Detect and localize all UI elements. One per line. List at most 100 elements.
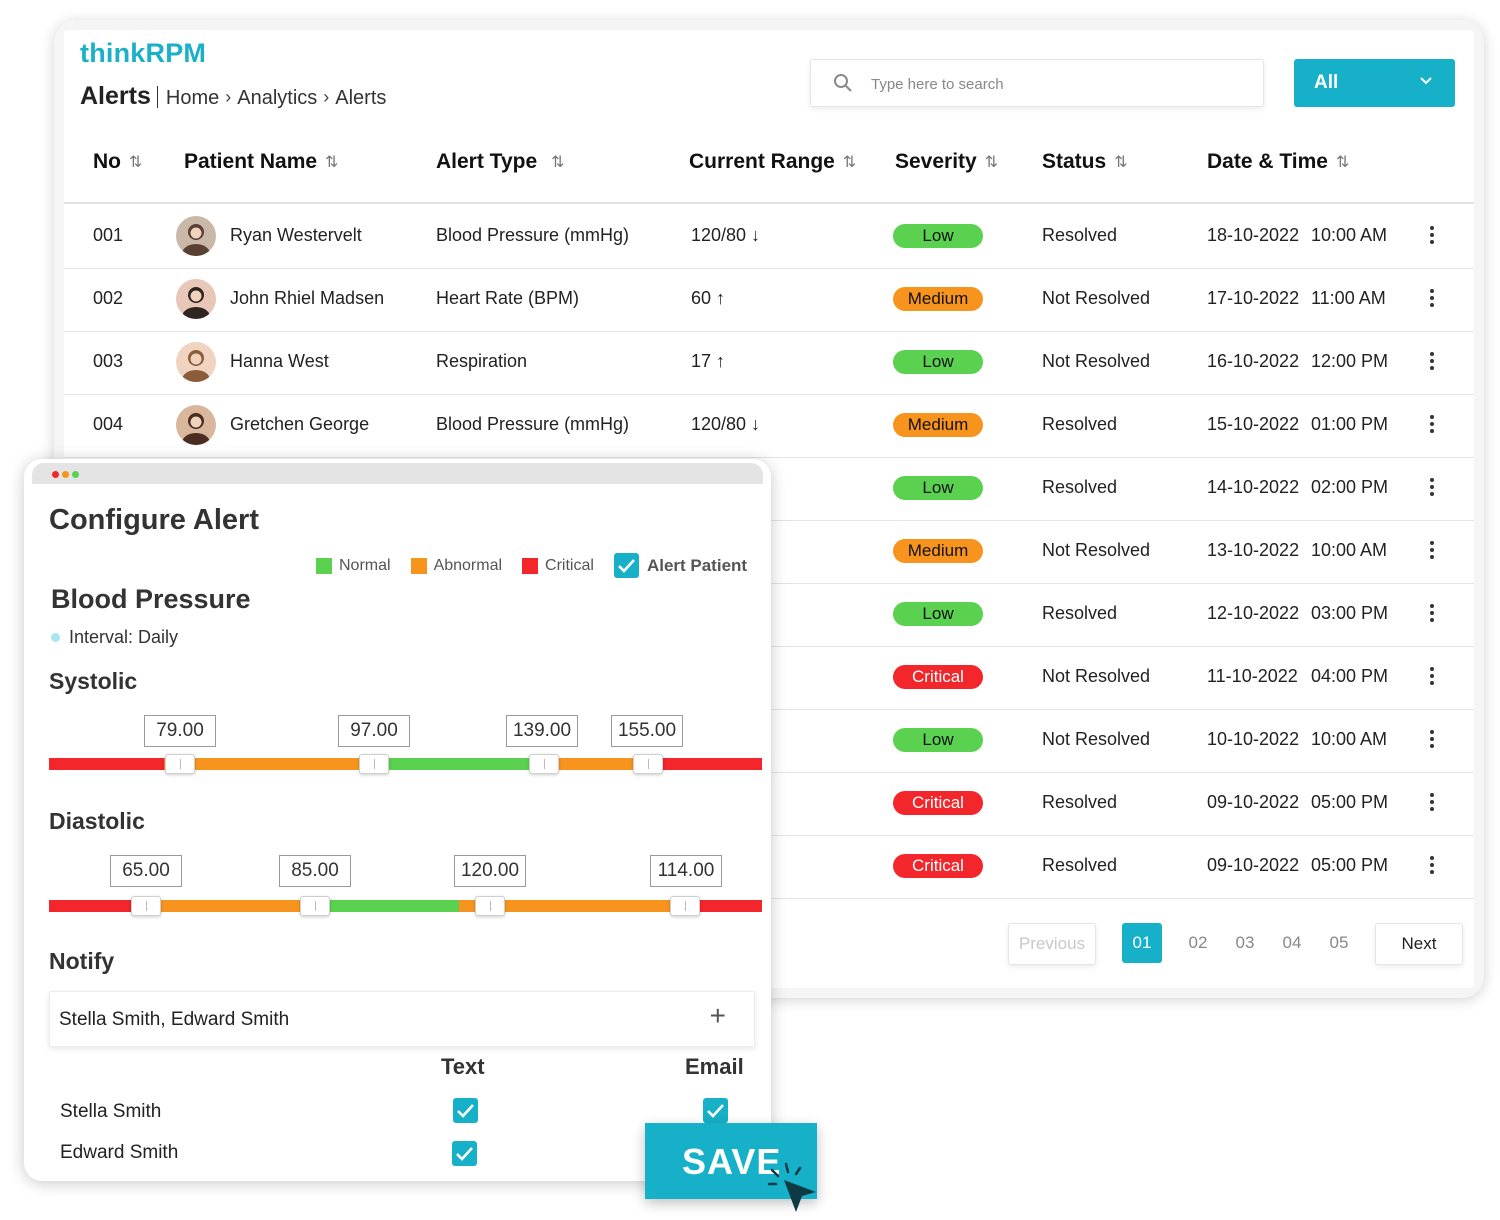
- cell-alert-type: Blood Pressure (mmHg): [436, 414, 630, 434]
- more-options-icon[interactable]: [1429, 793, 1435, 814]
- cell-status: Resolved: [1042, 414, 1118, 434]
- filter-dropdown[interactable]: All: [1294, 59, 1455, 107]
- recipient-text-checkbox[interactable]: [453, 1098, 478, 1123]
- page-1-button[interactable]: 01: [1122, 923, 1162, 963]
- slider-handle[interactable]: [131, 896, 161, 916]
- slider-handle[interactable]: [670, 896, 700, 916]
- sort-icon: ⇅: [129, 154, 143, 171]
- cell-date: 09-10-2022: [1207, 792, 1300, 812]
- slider-handle[interactable]: [633, 754, 663, 774]
- more-options-icon[interactable]: [1429, 541, 1435, 562]
- column-header-current-range[interactable]: Current Range ⇅: [689, 150, 856, 174]
- cell-date: 15-10-2022: [1207, 414, 1300, 434]
- cell-patient-name[interactable]: Gretchen George: [230, 414, 369, 435]
- more-options-icon[interactable]: [1429, 667, 1435, 688]
- table-row[interactable]: 003 Hanna West Respiration 17 ↑ Low Not Resol…: [64, 332, 1474, 395]
- check-icon: [707, 1104, 724, 1118]
- recipient-email-checkbox[interactable]: [703, 1098, 728, 1123]
- column-header-patient-name[interactable]: Patient Name ⇅: [184, 150, 338, 174]
- maximize-dot-icon[interactable]: [72, 471, 79, 478]
- cell-time: 10:00 AM: [1311, 225, 1388, 245]
- cell-time: 10:00 AM: [1311, 729, 1388, 749]
- cell-date: 11-10-2022: [1207, 666, 1298, 686]
- cell-no: 001: [93, 225, 124, 245]
- legend-normal: Normal: [316, 557, 391, 575]
- column-header-alert-type[interactable]: Alert Type ⇅: [436, 150, 565, 174]
- cell-patient-name[interactable]: Hanna West: [230, 351, 329, 372]
- cell-patient-name[interactable]: Ryan Westervelt: [230, 225, 362, 246]
- next-button[interactable]: Next: [1375, 923, 1463, 965]
- cell-status: Resolved: [1042, 225, 1118, 245]
- cell-no: 004: [93, 414, 124, 434]
- slider-handle[interactable]: [359, 754, 389, 774]
- slider-handle[interactable]: [165, 754, 195, 774]
- cell-current-range: 120/80 ↓: [691, 414, 761, 434]
- systolic-label: Systolic: [49, 668, 138, 694]
- cell-time: 04:00 PM: [1311, 666, 1389, 686]
- systolic-range-slider[interactable]: [49, 754, 762, 774]
- more-options-icon[interactable]: [1429, 415, 1435, 436]
- diastolic-high-normal-input[interactable]: 120.00: [454, 855, 526, 887]
- more-options-icon[interactable]: [1429, 478, 1435, 499]
- slider-handle[interactable]: [529, 754, 559, 774]
- cell-no: 003: [93, 351, 124, 371]
- page-4-button[interactable]: 04: [1272, 923, 1312, 963]
- column-header-status[interactable]: Status ⇅: [1042, 150, 1128, 174]
- column-header-no[interactable]: No ⇅: [93, 150, 142, 174]
- close-dot-icon[interactable]: [52, 471, 59, 478]
- alert-patient-checkbox[interactable]: [613, 553, 639, 578]
- diastolic-low-normal-input[interactable]: 85.00: [279, 855, 351, 887]
- table-row[interactable]: 002 John Rhiel Madsen Heart Rate (BPM) 60 ↑…: [64, 269, 1474, 332]
- diastolic-high-critical-input[interactable]: 114.00: [650, 855, 722, 887]
- legend-critical: Critical: [522, 557, 594, 575]
- systolic-high-normal-input[interactable]: 139.00: [506, 715, 578, 747]
- sort-icon: ⇅: [984, 154, 999, 171]
- recipient-name: Stella Smith: [60, 1101, 162, 1122]
- pagination: Previous 01 02 03 04 05 Next: [1008, 923, 1468, 965]
- page-2-button[interactable]: 02: [1178, 923, 1218, 963]
- more-options-icon[interactable]: [1429, 226, 1435, 247]
- minimize-dot-icon[interactable]: [62, 471, 69, 478]
- interval-info: Interval: Daily: [51, 627, 178, 648]
- cell-alert-type: Respiration: [436, 351, 528, 371]
- more-options-icon[interactable]: [1429, 730, 1435, 751]
- diastolic-range-slider[interactable]: [49, 896, 762, 916]
- slider-handle[interactable]: [300, 896, 330, 916]
- systolic-high-critical-input[interactable]: 155.00: [611, 715, 683, 747]
- cell-time: 10:00 AM: [1311, 540, 1388, 560]
- notify-recipients-field[interactable]: Stella Smith, Edward Smith +: [49, 991, 755, 1047]
- table-row[interactable]: 001 Ryan Westervelt Blood Pressure (mmHg) 1…: [64, 206, 1474, 269]
- sort-icon: ⇅: [1114, 154, 1128, 171]
- configure-alert-dialog: Configure Alert Normal Abnormal Critical…: [24, 484, 771, 1181]
- recipient-text-checkbox[interactable]: [452, 1141, 477, 1166]
- table-row[interactable]: 004 Gretchen George Blood Pressure (mmHg) 1…: [64, 395, 1474, 458]
- more-options-icon[interactable]: [1429, 289, 1435, 310]
- avatar: [176, 405, 216, 445]
- breadcrumb-home[interactable]: Home: [166, 87, 219, 110]
- cell-status: Not Resolved: [1042, 288, 1151, 308]
- more-options-icon[interactable]: [1429, 352, 1435, 373]
- column-header-date-time[interactable]: Date & Time ⇅: [1207, 150, 1349, 174]
- email-column-header: Email: [685, 1054, 744, 1079]
- more-options-icon[interactable]: [1429, 856, 1435, 877]
- systolic-low-normal-input[interactable]: 97.00: [338, 715, 410, 747]
- page-5-button[interactable]: 05: [1319, 923, 1359, 963]
- more-options-icon[interactable]: [1429, 604, 1435, 625]
- alert-patient-toggle[interactable]: Alert Patient: [613, 553, 747, 578]
- breadcrumb: Alerts Home › Analytics › Alerts: [80, 82, 386, 111]
- search-box[interactable]: [810, 59, 1264, 107]
- severity-badge: Critical: [893, 665, 983, 689]
- cell-patient-name[interactable]: John Rhiel Madsen: [230, 288, 384, 309]
- cell-time: 02:00 PM: [1311, 477, 1389, 497]
- breadcrumb-analytics[interactable]: Analytics: [237, 87, 317, 110]
- previous-button[interactable]: Previous: [1008, 923, 1096, 965]
- search-input[interactable]: [871, 70, 1241, 98]
- add-recipient-icon[interactable]: +: [710, 1000, 726, 1032]
- filter-value: All: [1314, 72, 1339, 93]
- page-3-button[interactable]: 03: [1225, 923, 1265, 963]
- column-header-severity[interactable]: Severity ⇅: [895, 150, 998, 174]
- systolic-low-critical-input[interactable]: 79.00: [144, 715, 216, 747]
- slider-handle[interactable]: [475, 896, 505, 916]
- severity-badge: Critical: [893, 854, 983, 878]
- diastolic-low-critical-input[interactable]: 65.00: [110, 855, 182, 887]
